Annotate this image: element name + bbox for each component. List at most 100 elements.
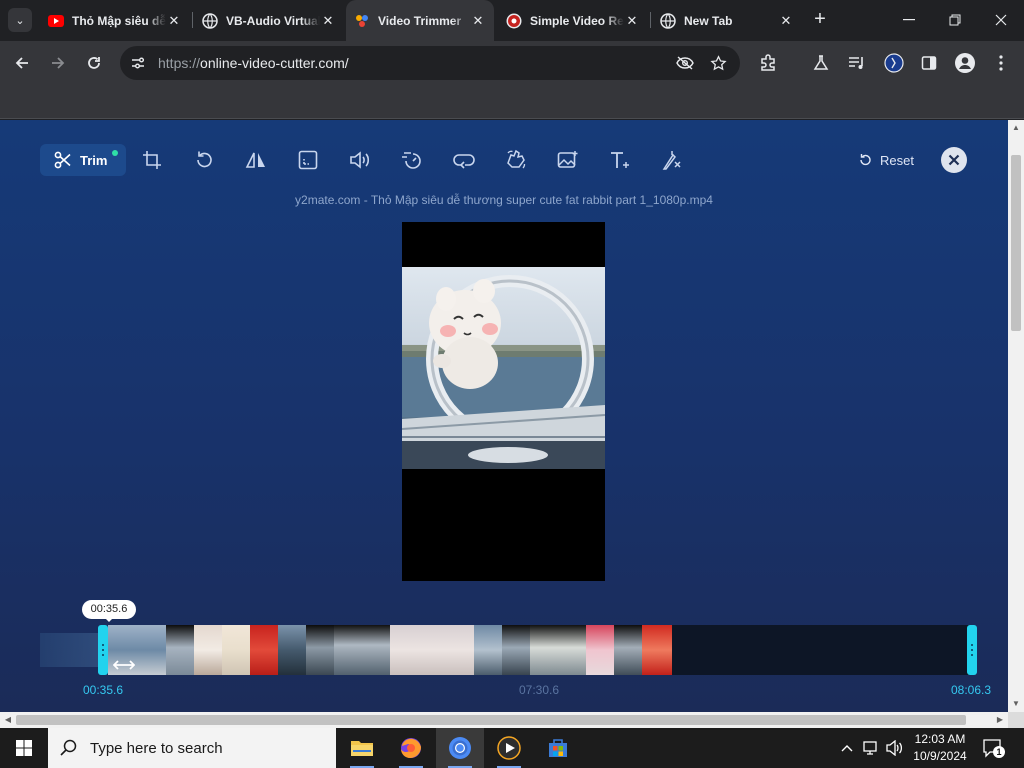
taskbar-media-player[interactable] (485, 728, 533, 768)
media-player-icon (497, 736, 521, 760)
address-bar[interactable]: https://online-video-cutter.com/ (120, 46, 740, 80)
tab-title: New Tab (684, 13, 733, 28)
tab-vb-audio[interactable]: VB-Audio Virtual Apps ✕ (194, 5, 344, 36)
timeline-thumbnail (222, 625, 250, 675)
chevron-down-icon: ⌄ (15, 14, 25, 27)
taskbar-chrome[interactable] (436, 728, 484, 768)
video-trimmer-icon (354, 13, 370, 29)
stabilize-tool-button[interactable] (490, 144, 542, 176)
show-hidden-icons-chevron-icon[interactable] (838, 728, 856, 768)
close-icon[interactable]: ✕ (320, 13, 336, 29)
bookmark-star-icon[interactable] (708, 53, 728, 73)
close-icon[interactable]: ✕ (778, 13, 794, 29)
current-time-bubble: 00:35.6 (82, 600, 136, 622)
trim-start-handle[interactable] (98, 625, 108, 675)
tab-simple-video-recorder[interactable]: Simple Video Recorder ✕ (498, 5, 648, 36)
scrollbar-thumb[interactable] (16, 715, 966, 725)
timeline-thumbnail (502, 625, 530, 675)
forward-arrow-icon[interactable] (43, 48, 73, 78)
volume-speaker-icon[interactable] (884, 728, 906, 768)
taskbar-microsoft-store[interactable] (534, 728, 582, 768)
network-icon[interactable] (860, 728, 882, 768)
notification-count-badge: 1 (993, 746, 1005, 758)
media-queue-icon[interactable] (846, 52, 868, 74)
close-icon[interactable]: ✕ (470, 13, 486, 29)
undo-icon (860, 154, 871, 166)
trim-tool-button[interactable]: Trim (40, 144, 126, 176)
back-arrow-icon[interactable] (7, 48, 37, 78)
taskbar-firefox[interactable] (387, 728, 435, 768)
rotate-tool-button[interactable] (178, 144, 230, 176)
resize-tool-button[interactable] (282, 144, 334, 176)
remove-logo-tool-button[interactable] (646, 144, 698, 176)
timeline-thumbnail (306, 625, 334, 675)
tab-search-button[interactable]: ⌄ (8, 8, 32, 32)
resize-icon (298, 150, 318, 170)
image-tool-button[interactable] (542, 144, 594, 176)
close-editor-button[interactable] (941, 147, 967, 173)
close-window-icon[interactable] (978, 0, 1024, 40)
tab-youtube[interactable]: Thỏ Mập siêu dễ thương ✕ (40, 5, 190, 36)
reload-icon[interactable] (79, 48, 109, 78)
extension-badge-icon[interactable] (883, 52, 905, 74)
windows-taskbar: Type here to search 12:03 AM 10/9/2024 1 (0, 728, 1024, 768)
taskbar-search-box[interactable]: Type here to search (48, 728, 336, 768)
minimize-icon[interactable] (886, 0, 932, 40)
crop-tool-button[interactable] (126, 144, 178, 176)
vertical-scrollbar[interactable]: ▲ ▼ (1008, 120, 1024, 712)
scroll-left-arrow-icon[interactable]: ◀ (0, 712, 16, 728)
scrollbar-corner (1008, 712, 1024, 728)
trim-end-handle[interactable] (967, 625, 977, 675)
tab-video-trimmer[interactable]: Video Trimmer ✕ (346, 0, 494, 41)
video-preview[interactable] (402, 222, 605, 581)
timeline-track[interactable] (40, 625, 978, 675)
notification-center-icon[interactable]: 1 (982, 738, 1005, 758)
profile-avatar-icon[interactable] (954, 52, 976, 74)
new-tab-plus-icon[interactable]: + (808, 8, 832, 32)
reset-button[interactable]: Reset (858, 148, 914, 172)
timeline-thumbnail (194, 625, 222, 675)
start-button[interactable] (0, 728, 48, 768)
crop-icon (143, 151, 161, 169)
rotate-icon (197, 151, 212, 168)
flip-icon (245, 152, 265, 168)
text-tool-button[interactable] (594, 144, 646, 176)
stabilize-icon (507, 149, 526, 169)
loop-tool-button[interactable] (438, 144, 490, 176)
timeline-thumbnail (642, 625, 672, 675)
folder-icon (351, 741, 373, 756)
side-panel-icon[interactable] (918, 52, 940, 74)
horizontal-scrollbar[interactable]: ◀ ▶ (0, 712, 1008, 728)
scroll-right-arrow-icon[interactable]: ▶ (992, 712, 1008, 728)
scrollbar-thumb[interactable] (1011, 155, 1021, 331)
close-icon[interactable]: ✕ (624, 13, 640, 29)
taskbar-file-explorer[interactable] (338, 728, 386, 768)
system-clock[interactable]: 12:03 AM 10/9/2024 (908, 731, 972, 765)
restore-icon[interactable] (932, 0, 978, 40)
tab-new-tab[interactable]: New Tab ✕ (652, 5, 802, 36)
close-icon (948, 154, 960, 166)
kebab-menu-icon[interactable] (990, 52, 1012, 74)
store-icon (549, 739, 567, 757)
timeline-thumbnail (334, 625, 390, 675)
volume-tool-button[interactable] (334, 144, 386, 176)
text-icon (611, 152, 629, 168)
scroll-down-arrow-icon[interactable]: ▼ (1008, 696, 1024, 712)
speed-tool-button[interactable] (386, 144, 438, 176)
scroll-up-arrow-icon[interactable]: ▲ (1008, 120, 1024, 136)
video-filename: y2mate.com - Thỏ Mập siêu dễ thương supe… (295, 193, 713, 207)
labs-flask-icon[interactable] (810, 52, 832, 74)
flip-tool-button[interactable] (230, 144, 282, 176)
browser-toolbar: https://online-video-cutter.com/ (0, 41, 1024, 114)
remove-logo-icon (662, 151, 681, 170)
clock-time: 12:03 AM (914, 732, 966, 746)
close-icon[interactable]: ✕ (166, 13, 182, 29)
tab-title: Thỏ Mập siêu dễ thương (72, 13, 166, 28)
timeline-empty-region (672, 625, 970, 675)
eye-off-icon[interactable] (675, 53, 695, 73)
extensions-icon[interactable] (757, 52, 779, 74)
speed-icon (402, 152, 421, 169)
trim-label: Trim (80, 152, 108, 168)
url-scheme: https:// (158, 55, 201, 71)
site-info-icon[interactable] (128, 53, 148, 73)
